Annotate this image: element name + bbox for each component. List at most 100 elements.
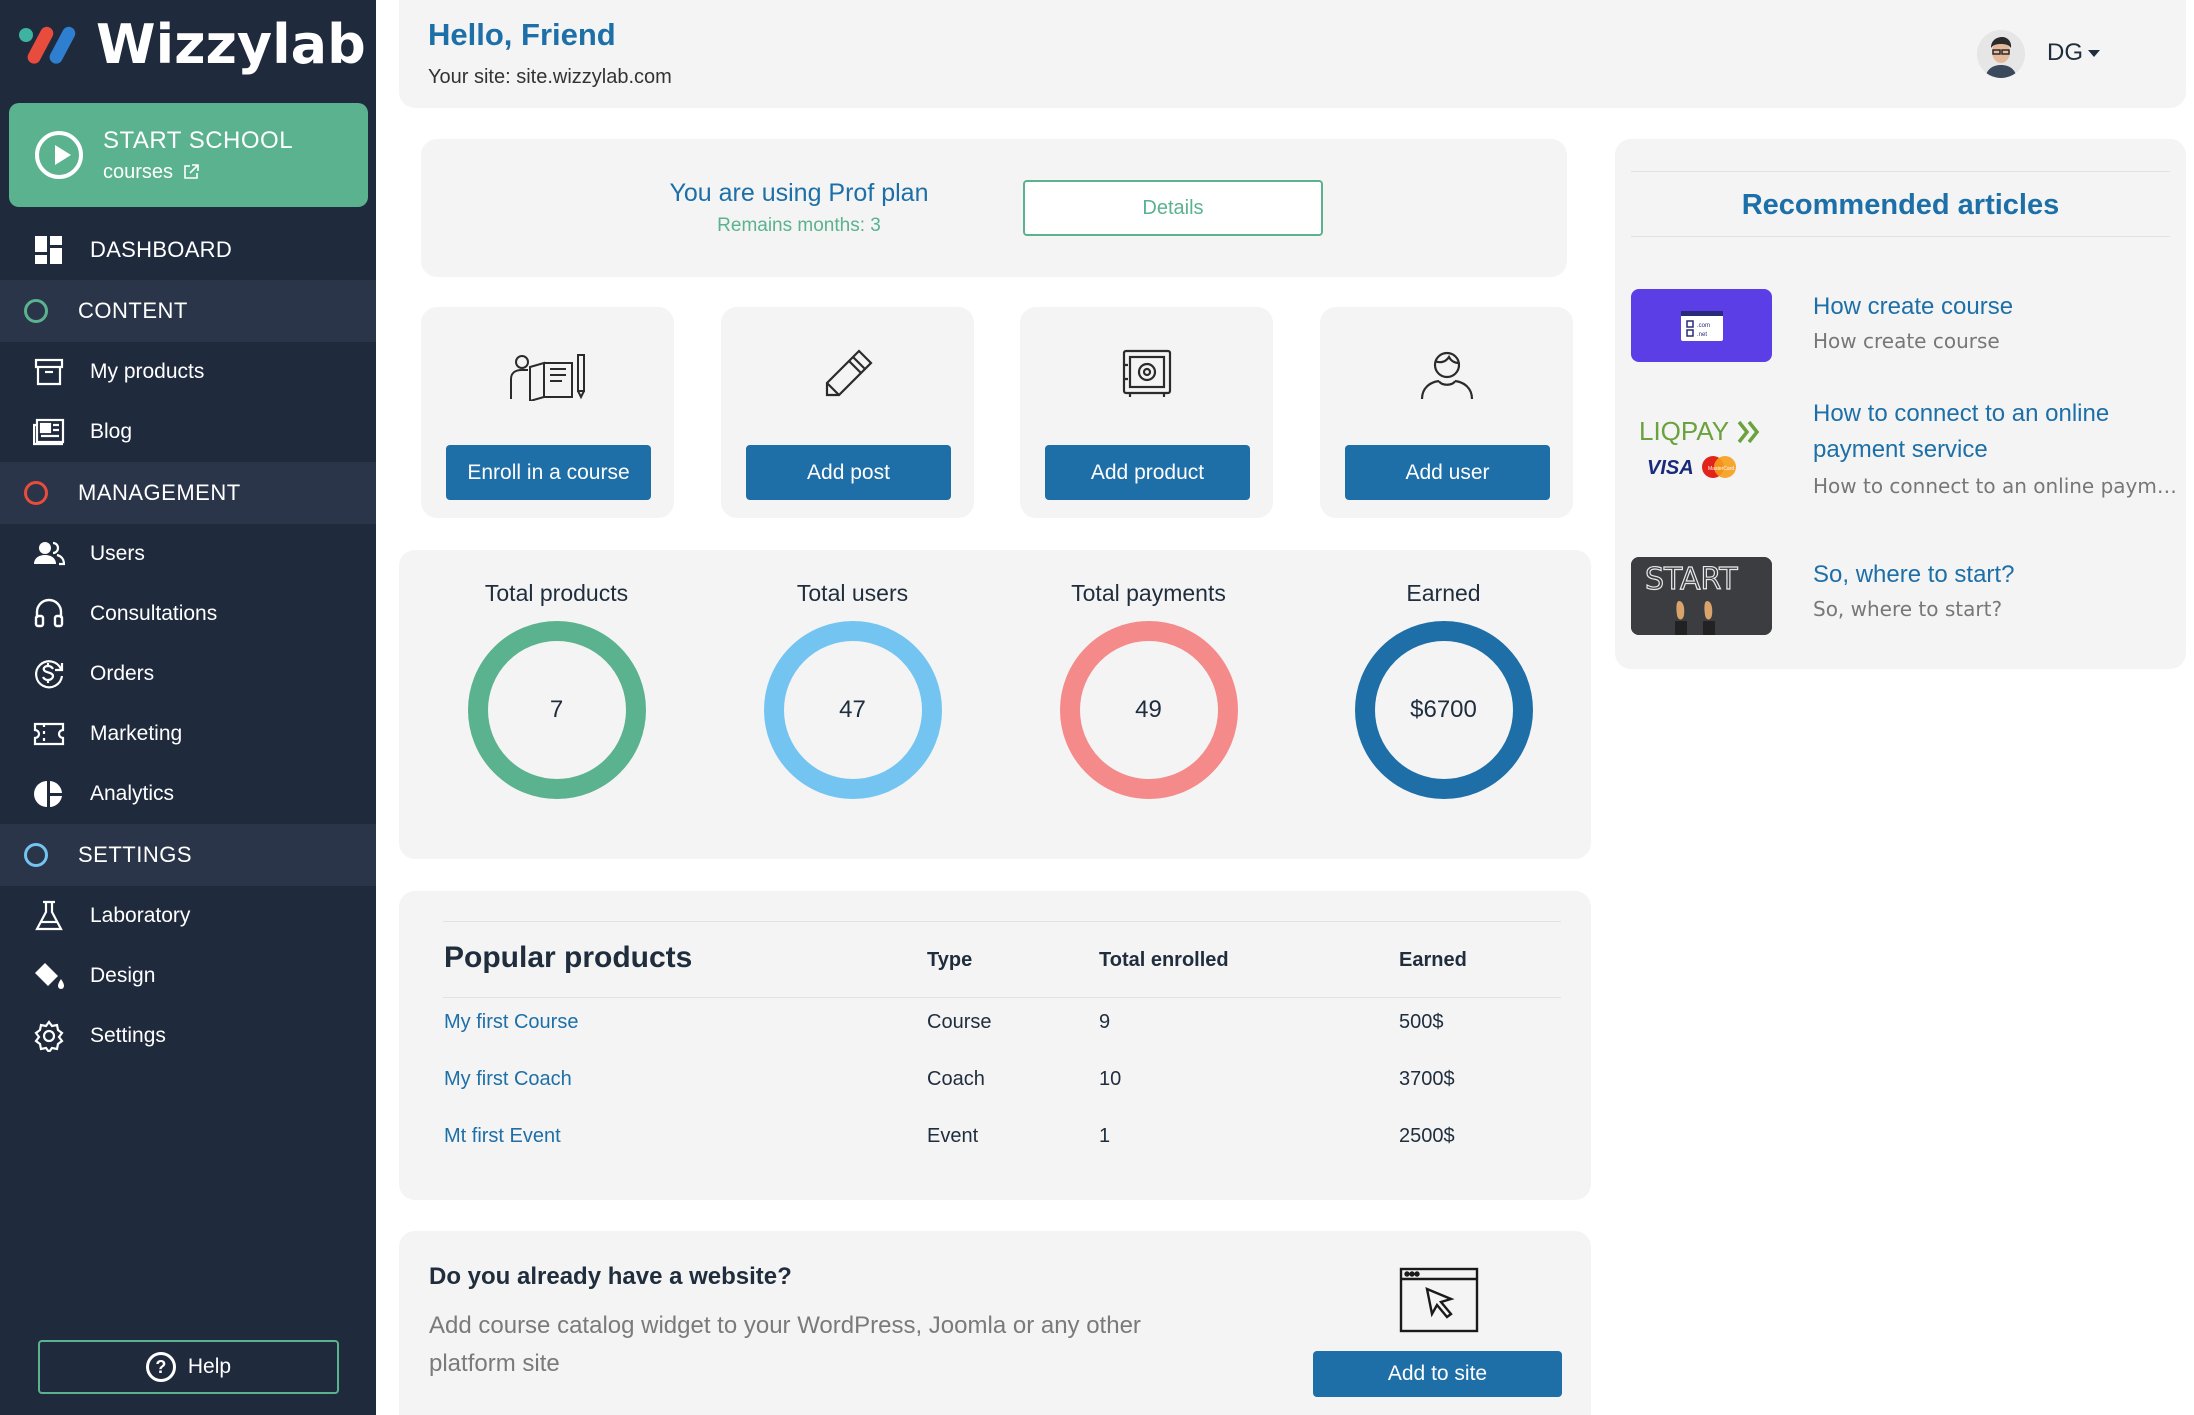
start-chalk-text: START	[1645, 562, 1738, 597]
stat-label: Total payments	[1071, 580, 1226, 606]
table-row: My first Coach Coach 10 3700$	[399, 1068, 1591, 1108]
section-label: SETTINGS	[78, 842, 193, 867]
help-button[interactable]: ? Help	[38, 1340, 339, 1394]
section-title: Popular products	[444, 941, 693, 974]
sidebar-item-settings[interactable]: Settings	[0, 1006, 376, 1066]
logo-text: Wizzylab	[96, 12, 366, 76]
sidebar-item-label: Blog	[90, 420, 133, 443]
sidebar-item-blog[interactable]: Blog	[0, 402, 376, 462]
sidebar-item-label: My products	[90, 360, 205, 383]
stat-ring: 49	[1059, 621, 1238, 799]
sidebar-item-orders[interactable]: Orders	[0, 644, 376, 704]
article-link[interactable]: How create course	[1813, 289, 2183, 325]
product-type: Course	[927, 1011, 992, 1033]
divider	[1631, 236, 2170, 237]
product-link[interactable]: Mt first Event	[444, 1125, 561, 1148]
question-icon: ?	[145, 1352, 176, 1382]
stat-total-users: Total users 47	[705, 580, 1000, 799]
sidebar-item-label: Laboratory	[90, 904, 191, 927]
start-school-title: START SCHOOL	[103, 126, 294, 154]
column-header-type[interactable]: Type	[927, 949, 972, 972]
dotnet-text: .net	[1697, 332, 1707, 338]
sidebar-item-design[interactable]: Design	[0, 946, 376, 1006]
stat-ring: $6700	[1354, 621, 1533, 799]
sidebar-item-label: Settings	[90, 1024, 166, 1047]
visa-text: VISA	[1647, 457, 1694, 479]
sidebar-item-label: Analytics	[90, 782, 175, 805]
flask-icon	[32, 899, 66, 933]
website-description: Add course catalog widget to your WordPr…	[429, 1312, 1141, 1377]
pencil-icon	[721, 347, 974, 421]
popular-products-card: Popular products Type Total enrolled Ear…	[399, 891, 1591, 1200]
action-tile-user: Add user	[1320, 307, 1573, 518]
add-to-site-button[interactable]: Add to site	[1313, 1351, 1562, 1397]
product-link[interactable]: My first Coach	[444, 1068, 572, 1091]
help-label: Help	[187, 1355, 232, 1378]
sidebar-section-management[interactable]: MANAGEMENT	[0, 462, 376, 524]
sidebar-item-laboratory[interactable]: Laboratory	[0, 886, 376, 946]
product-type: Event	[927, 1125, 979, 1147]
product-earned: 2500$	[1399, 1125, 1455, 1147]
user-icon	[1320, 347, 1573, 421]
product-earned: 500$	[1399, 1011, 1444, 1033]
dashboard-icon	[32, 233, 66, 267]
article-thumbnail[interactable]: .com .net	[1631, 289, 1772, 362]
avatar[interactable]	[1977, 30, 2025, 78]
sidebar-item-users[interactable]: Users	[0, 524, 376, 584]
sidebar-item-label: Design	[90, 964, 156, 987]
site-url[interactable]: site.wizzylab.com	[516, 66, 672, 88]
divider	[1631, 171, 2170, 172]
add-product-button[interactable]: Add product	[1045, 445, 1250, 500]
caret-down-icon	[2088, 50, 2100, 57]
product-enrolled: 1	[1099, 1125, 1111, 1147]
article-link[interactable]: So, where to start?	[1813, 557, 2183, 593]
stat-label: Earned	[1406, 580, 1481, 606]
sidebar-section-content[interactable]: CONTENT	[0, 280, 376, 342]
action-tile-enroll: Enroll in a course	[421, 307, 674, 518]
table-row: My first Course Course 9 500$	[399, 1011, 1591, 1051]
external-link-icon	[184, 164, 199, 179]
sidebar-item-marketing[interactable]: Marketing	[0, 704, 376, 764]
add-user-button[interactable]: Add user	[1345, 445, 1550, 500]
column-header-enrolled[interactable]: Total enrolled	[1099, 949, 1229, 972]
sidebar-nav: DASHBOARD CONTENT My products Blog MANAG…	[0, 220, 376, 1066]
sidebar-item-consultations[interactable]: Consultations	[0, 584, 376, 644]
product-enrolled: 9	[1099, 1011, 1111, 1033]
product-earned: 3700$	[1399, 1068, 1455, 1090]
add-post-button[interactable]: Add post	[746, 445, 951, 500]
sidebar: Wizzylab START SCHOOL courses DASHBOARD …	[0, 0, 376, 1415]
section-label: MANAGEMENT	[78, 480, 241, 505]
article-thumbnail[interactable]: START	[1631, 557, 1772, 635]
article-thumbnail[interactable]: LIQPAY VISA MasterCard	[1631, 402, 1772, 498]
sidebar-item-dashboard[interactable]: DASHBOARD	[0, 220, 376, 280]
article-subtitle: So, where to start?	[1813, 597, 2003, 621]
sidebar-item-label: Consultations	[90, 602, 218, 625]
enroll-course-button[interactable]: Enroll in a course	[446, 445, 651, 500]
article-link[interactable]: How to connect to an online payment serv…	[1813, 396, 2183, 468]
divider	[443, 997, 1561, 998]
user-menu[interactable]: DG	[2047, 39, 2101, 67]
site-line: Your site: site.wizzylab.com	[428, 66, 672, 89]
sidebar-item-analytics[interactable]: Analytics	[0, 764, 376, 824]
logo[interactable]: Wizzylab	[18, 12, 366, 76]
column-header-earned[interactable]: Earned	[1399, 949, 1467, 972]
divider	[443, 921, 1561, 922]
ticket-icon	[32, 717, 66, 751]
product-link[interactable]: My first Course	[444, 1011, 578, 1034]
sidebar-item-my-products[interactable]: My products	[0, 342, 376, 402]
stat-ring: 7	[467, 621, 646, 799]
sidebar-item-label: Users	[90, 542, 145, 565]
section-title: Recommended articles	[1741, 189, 2060, 221]
table-header: Popular products Type Total enrolled Ear…	[399, 941, 1591, 989]
users-icon	[32, 537, 66, 571]
article-subtitle: How create course	[1813, 329, 2000, 353]
gear-icon	[32, 1019, 66, 1053]
sidebar-section-settings[interactable]: SETTINGS	[0, 824, 376, 886]
details-button[interactable]: Details	[1023, 180, 1323, 236]
start-school-button[interactable]: START SCHOOL courses	[9, 103, 368, 207]
sidebar-item-label: DASHBOARD	[90, 237, 233, 262]
action-tile-product: Add product	[1020, 307, 1273, 518]
action-tile-post: Add post	[721, 307, 974, 518]
article-subtitle: How to connect to an online payment serv…	[1813, 474, 2185, 498]
dollar-cycle-icon	[32, 657, 66, 691]
